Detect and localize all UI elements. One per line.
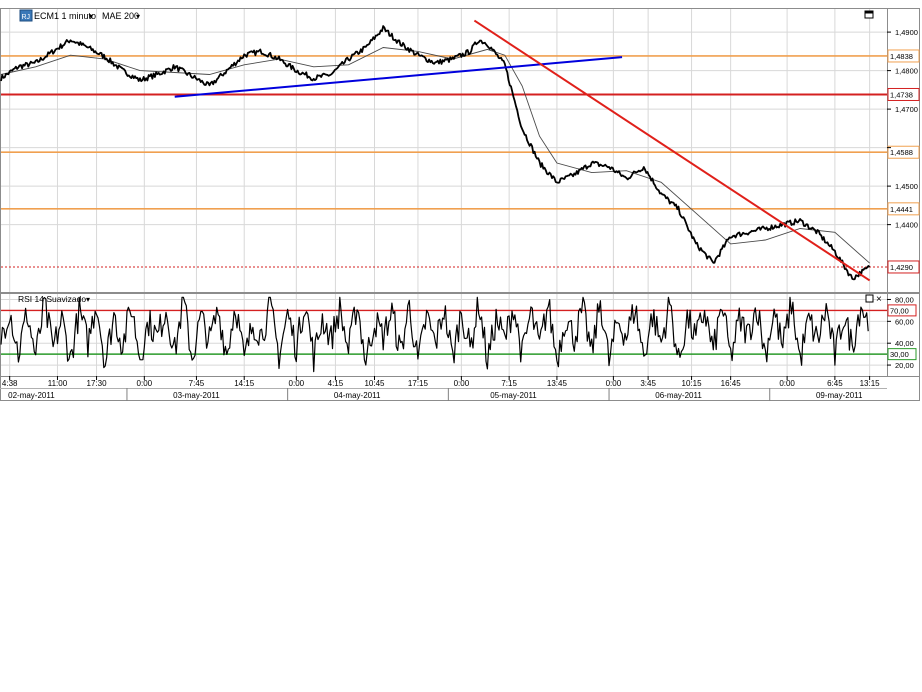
time-tick-label: 17:15	[408, 379, 429, 388]
rsi-y-tick-label: 20,00	[895, 361, 914, 370]
time-tick-label: 13:15	[860, 379, 881, 388]
time-tick-label: 7:45	[189, 379, 205, 388]
price-level-label: 1,4838	[890, 52, 913, 61]
rsi-level-label: 70,00	[890, 306, 909, 315]
symbol-dropdown-icon[interactable]: ▾	[89, 12, 93, 21]
price-level-label: 1,4290	[890, 263, 913, 272]
price-level-label: 1,4588	[890, 148, 913, 157]
price-y-tick-label: 1,4900	[895, 28, 918, 37]
rsi-y-tick-label: 40,00	[895, 339, 914, 348]
rsi-dropdown-icon[interactable]: ▾	[86, 295, 90, 304]
rsi-level-label: 30,00	[890, 350, 909, 359]
time-tick-label: 17:30	[87, 379, 108, 388]
rsi-panel-frame	[0, 293, 888, 377]
symbol-icon-glyph: RJ	[22, 14, 31, 21]
time-tick-label: 11:00	[48, 379, 68, 388]
price-y-tick-label: 1,4800	[895, 67, 918, 76]
date-label: 05-may-2011	[490, 391, 537, 400]
date-label: 02-may-2011	[8, 391, 55, 400]
date-label: 04-may-2011	[334, 391, 381, 400]
date-label: 09-may-2011	[816, 391, 863, 400]
price-level-label: 1,4441	[890, 205, 913, 214]
rsi-maximize-icon[interactable]	[865, 294, 874, 303]
price-y-tick-label: 1,4500	[895, 182, 918, 191]
time-tick-label: 7:15	[501, 379, 517, 388]
indicator-label[interactable]: MAE 200	[102, 11, 139, 21]
time-tick-label: 13:45	[547, 379, 568, 388]
time-tick-label: 0:00	[779, 379, 795, 388]
price-panel-frame	[0, 8, 888, 293]
time-tick-label: 16:45	[721, 379, 742, 388]
time-tick-label: 10:15	[682, 379, 703, 388]
indicator-dropdown-icon[interactable]: ▾	[136, 12, 140, 21]
date-label: 06-may-2011	[655, 391, 702, 400]
price-y-tick-label: 1,4700	[895, 105, 918, 114]
time-tick-label: 0:00	[289, 379, 305, 388]
time-tick-label: 0:00	[454, 379, 470, 388]
time-tick-label: 0:00	[137, 379, 153, 388]
date-label: 03-may-2011	[173, 391, 220, 400]
time-tick-label: 4:38	[2, 379, 18, 388]
time-tick-label: 14:15	[234, 379, 255, 388]
rsi-y-tick-label: 60,00	[895, 317, 914, 326]
price-y-tick-label: 1,4400	[895, 221, 918, 230]
price-level-label: 1,4738	[890, 90, 913, 99]
rsi-y-tick-label: 80,00	[895, 295, 914, 304]
symbol-label[interactable]: ECM1 1 minuto	[34, 11, 96, 21]
close-icon[interactable]: ×	[876, 294, 882, 305]
trading-chart[interactable]: 1,4838 1,4738 1,4588 1,4441 1,4290 1,4900 1,48…	[0, 0, 922, 402]
rsi-title[interactable]: RSI 14 Suavizado	[18, 294, 86, 304]
time-tick-label: 6:45	[827, 379, 843, 388]
time-tick-label: 4:15	[328, 379, 344, 388]
time-tick-label: 3:45	[640, 379, 656, 388]
time-tick-label: 10:45	[364, 379, 385, 388]
time-tick-label: 0:00	[606, 379, 622, 388]
